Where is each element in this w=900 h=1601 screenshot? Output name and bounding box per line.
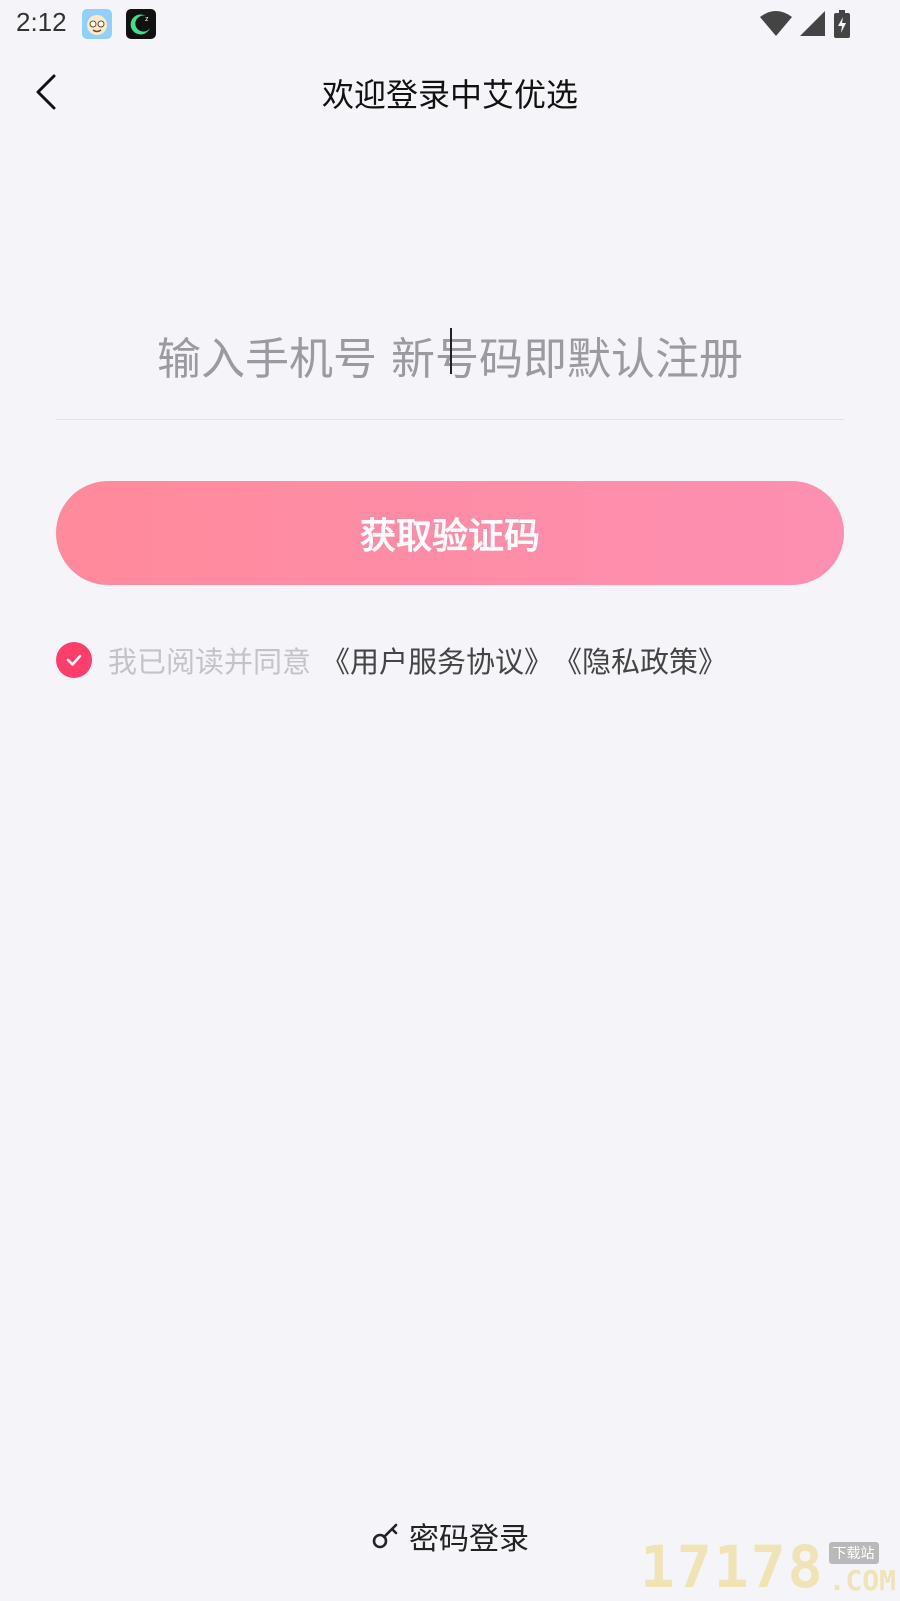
- cell-signal-icon: [800, 11, 826, 41]
- status-bar: 2:12 z: [0, 0, 900, 50]
- status-time: 2:12: [16, 7, 67, 37]
- key-icon: [372, 1523, 398, 1549]
- header: 欢迎登录中艾优选: [0, 60, 900, 124]
- agreement-checkbox[interactable]: [56, 642, 92, 678]
- agreement-text: 我已阅读并同意: [108, 645, 312, 679]
- app-cartoon-icon: [82, 9, 112, 39]
- wifi-icon: [760, 11, 792, 41]
- password-login-label: 密码登录: [409, 1522, 529, 1557]
- watermark-side: 下载站 .COM: [828, 1542, 896, 1597]
- battery-charging-icon: [834, 10, 850, 42]
- get-code-button[interactable]: 获取验证码: [56, 481, 844, 585]
- agreement-row: 我已阅读并同意 《用户服务协议》 《隐私政策》: [56, 640, 727, 680]
- page-title: 欢迎登录中艾优选: [321, 76, 578, 114]
- user-agreement-link[interactable]: 《用户服务协议》: [321, 639, 553, 681]
- app-moon-icon: z: [126, 9, 156, 39]
- svg-text:z: z: [145, 16, 149, 23]
- watermark-domain: .COM: [828, 1564, 896, 1597]
- check-icon: [66, 654, 82, 666]
- text-caret: [450, 328, 452, 374]
- watermark-site: 下载站: [828, 1542, 879, 1564]
- watermark-number: 17178: [639, 1533, 825, 1601]
- watermark: 17178 下载站 .COM: [640, 1538, 896, 1596]
- status-indicators: [760, 10, 850, 42]
- privacy-policy-link[interactable]: 《隐私政策》: [553, 639, 727, 681]
